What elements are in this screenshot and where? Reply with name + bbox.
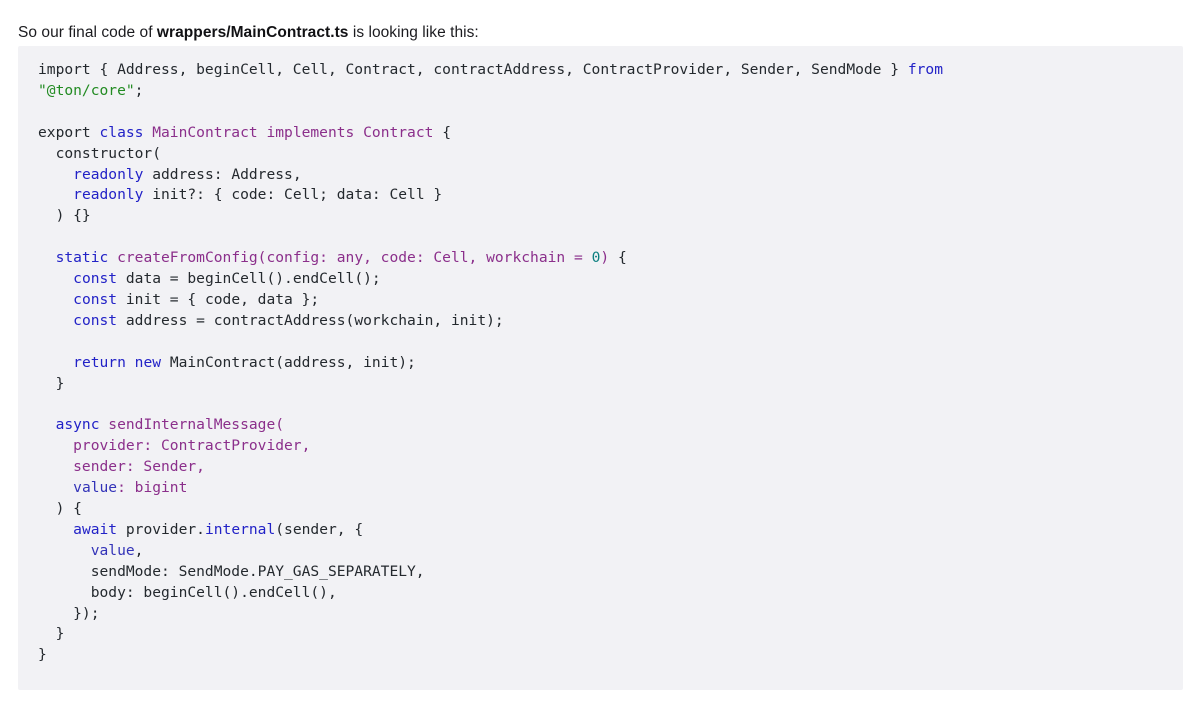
filename-label: wrappers/MainContract.ts [156,23,349,41]
code-token: createFromConfig(config: any, code: Cell… [117,249,592,267]
page-root: So our final code of wrappers/MainContra… [0,0,1200,709]
code-line: static createFromConfig(config: any, cod… [38,248,1165,269]
code-line: sender: Sender, [38,457,1165,478]
code-token: class [99,123,153,141]
code-token: init = { code, data }; [117,290,320,308]
code-token: return [73,353,135,371]
code-token: provider. [117,520,205,538]
code-token: readonly [73,186,144,204]
code-token: Contract [363,123,443,141]
code-line: const init = { code, data }; [38,290,1165,311]
code-line: const data = beginCell().endCell(); [38,269,1165,290]
code-token: } [38,625,65,643]
code-block[interactable]: import { Address, beginCell, Cell, Contr… [18,46,1183,690]
code-token: ) [600,249,610,267]
code-token: ) { [38,500,82,518]
code-token: from [907,61,943,78]
code-token: readonly [73,165,144,183]
code-line: } [38,624,1165,645]
code-token: new [134,353,170,371]
code-token: implements [266,123,364,141]
code-scroll-area[interactable]: import { Address, beginCell, Cell, Contr… [18,46,1183,690]
code-line: ) { [38,499,1165,520]
code-token: address: Address, [143,165,302,183]
code-token: sendMode: SendMode.PAY_GAS_SEPARATELY, [38,562,425,580]
code-token: await [73,520,118,538]
code-line: ) {} [38,206,1165,227]
code-token: (sender, { [275,520,364,538]
code-line: "@ton/core"; [38,81,1165,102]
code-token: sendInternalMessage( [108,416,285,434]
code-token: value [90,541,135,559]
code-token: }); [38,604,100,622]
code-line: }); [38,604,1165,625]
code-token: const [73,311,118,329]
code-token: export [38,123,100,141]
code-token: provider: ContractProvider, [38,437,311,455]
code-line: value: bigint [38,478,1165,499]
code-token: body: beginCell().endCell(), [38,583,337,601]
code-token: async [55,416,109,434]
code-line: } [38,374,1165,395]
code-line: import { Address, beginCell, Cell, Contr… [38,60,1165,81]
code-token: value [73,479,118,497]
code-line: async sendInternalMessage( [38,415,1165,436]
intro-suffix: is looking like this: [348,23,479,41]
code-content: import { Address, beginCell, Cell, Contr… [38,60,1165,666]
code-token: const [73,270,118,288]
code-token: data = beginCell().endCell(); [117,270,381,288]
code-token: sender: Sender, [38,458,205,476]
code-line: return new MainContract(address, init); [38,353,1165,374]
code-token: } [38,374,65,392]
code-token: , [134,541,144,559]
code-token: address = contractAddress(workchain, ini… [117,311,504,329]
code-line: body: beginCell().endCell(), [38,583,1165,604]
code-line: const address = contractAddress(workchai… [38,311,1165,332]
code-token: internal [204,520,276,538]
code-token: { [442,123,451,141]
code-line: sendMode: SendMode.PAY_GAS_SEPARATELY, [38,562,1165,583]
code-token: static [55,249,118,267]
code-line: readonly init?: { code: Cell; data: Cell… [38,185,1165,206]
code-token: init?: { code: Cell; data: Cell } [143,186,443,204]
code-line: export class MainContract implements Con… [38,123,1165,144]
code-token: : bigint [117,479,188,497]
code-line: provider: ContractProvider, [38,436,1165,457]
code-token: import { Address, beginCell, Cell, Contr… [38,61,908,78]
code-token: MainContract [152,123,267,141]
code-line: } [38,645,1165,666]
code-token: "@ton/core" [38,81,135,99]
code-line: await provider.internal(sender, { [38,520,1165,541]
code-token: const [73,290,118,308]
code-token: ; [134,81,144,99]
code-line: value, [38,541,1165,562]
intro-prefix: So our final code of [18,23,157,41]
code-line: readonly address: Address, [38,165,1165,186]
code-token: { [609,249,627,267]
intro-paragraph: So our final code of wrappers/MainContra… [18,23,479,43]
code-token: constructor( [38,144,162,162]
code-token: MainContract(address, init); [169,353,416,371]
code-line: constructor( [38,144,1165,165]
code-token: } [38,646,47,664]
code-token: ) {} [38,207,91,225]
